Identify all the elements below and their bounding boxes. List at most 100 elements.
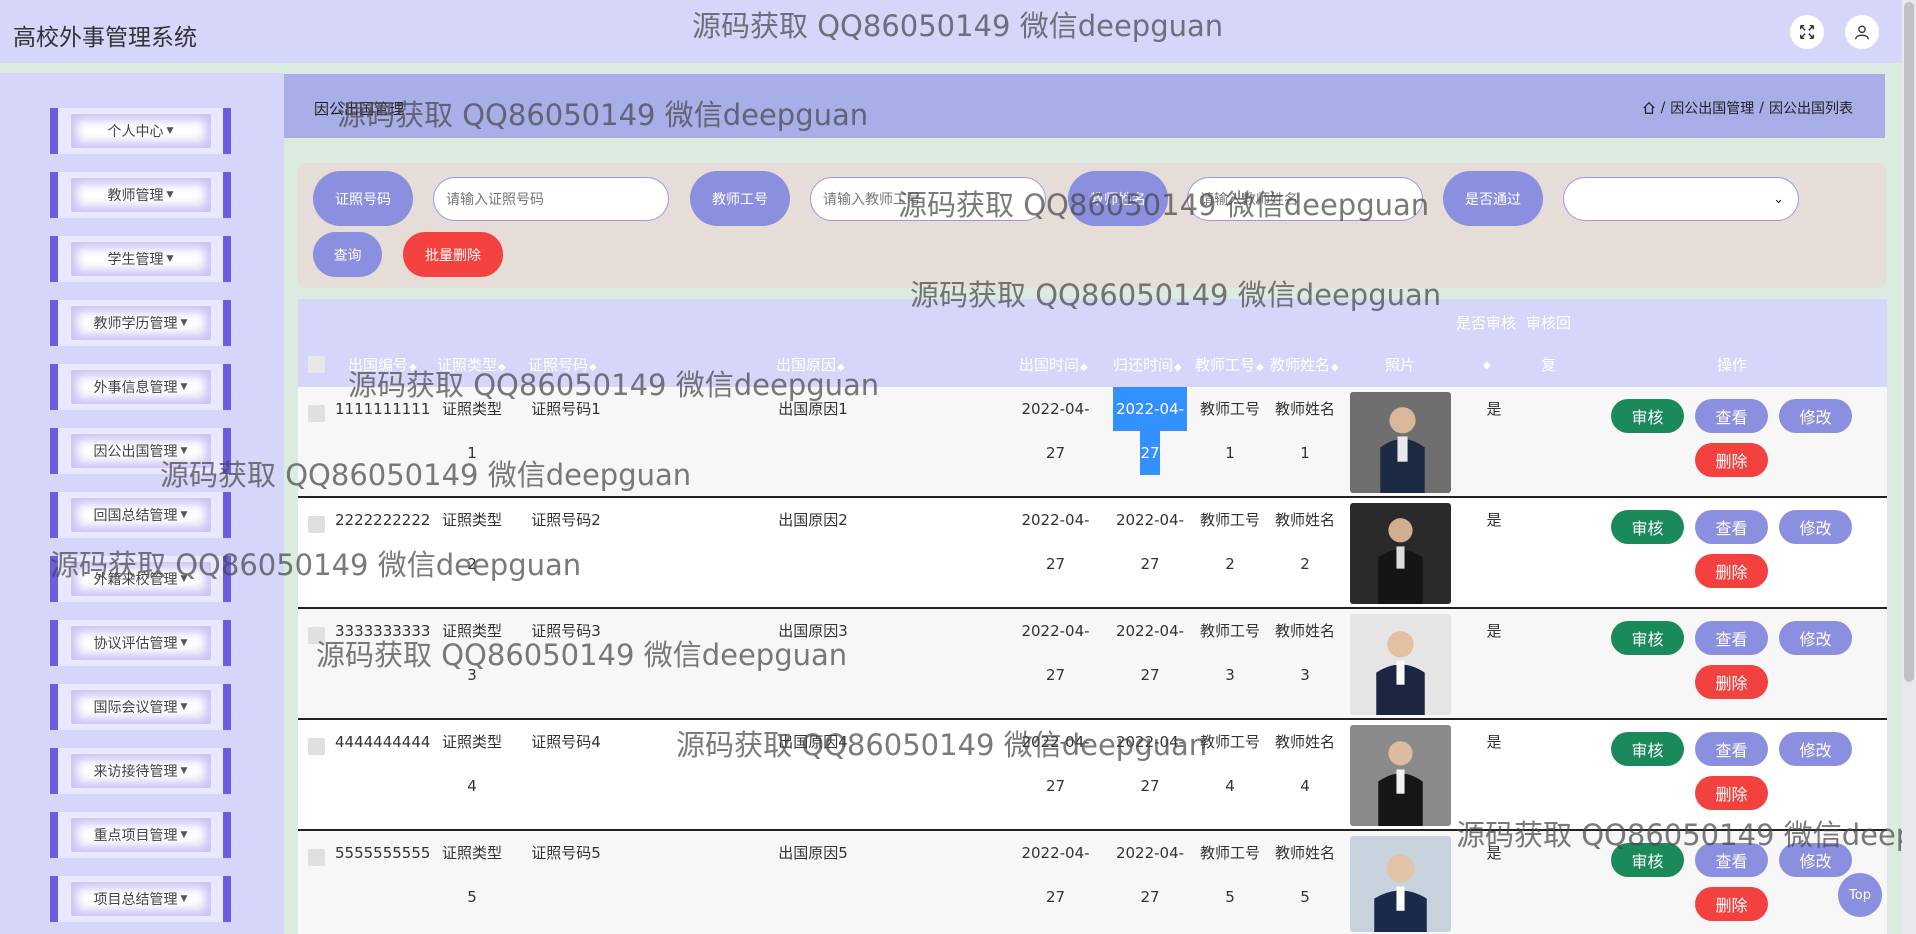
sort-icon: ◆ xyxy=(498,362,506,373)
col-audit-reply: 审核回 xyxy=(1526,314,1572,332)
edit-button[interactable]: 修改 xyxy=(1779,843,1852,877)
col-photo: 照片 xyxy=(1385,356,1416,374)
sidebar-item-label: 教师学历管理 xyxy=(93,316,178,332)
sidebar-item-label: 重点项目管理 xyxy=(93,828,178,844)
teacher-name-label: 教师姓名 xyxy=(1068,171,1168,226)
edit-button[interactable]: 修改 xyxy=(1779,399,1852,433)
view-button[interactable]: 查看 xyxy=(1695,732,1768,766)
query-button[interactable]: 查询 xyxy=(313,232,382,277)
page-scrollbar[interactable] xyxy=(1902,0,1916,934)
cell-audit: 是 xyxy=(1486,733,1502,751)
cell-return-time: 2022-04- 27 xyxy=(1113,387,1187,475)
audit-button[interactable]: 审核 xyxy=(1611,510,1684,544)
col-out-time[interactable]: 出国时间◆ xyxy=(1019,354,1088,375)
delete-button[interactable]: 删除 xyxy=(1695,776,1768,810)
fullscreen-icon[interactable] xyxy=(1790,15,1824,49)
col-cert-type[interactable]: 证照类型◆ xyxy=(437,354,506,375)
row-checkbox[interactable] xyxy=(308,849,325,866)
cert-no-input[interactable]: 请输入证照号码 xyxy=(433,177,669,221)
sidebar-item-project-summary[interactable]: 项目总结管理 ▼ xyxy=(50,876,231,922)
cell-cert-type: 证照类型 3 xyxy=(441,622,502,684)
sidebar-item-foreign-visitors[interactable]: 外籍来校管理 ▼ xyxy=(50,556,231,602)
sidebar-item-foreign-affairs[interactable]: 外事信息管理 ▼ xyxy=(50,364,231,410)
cell-out-time: 2022-04- 27 xyxy=(1021,400,1090,462)
sidebar-item-official-abroad[interactable]: 因公出国管理 ▼ xyxy=(50,428,231,474)
col-reason[interactable]: 出国原因◆ xyxy=(776,354,845,375)
caret-down-icon: ▼ xyxy=(180,830,188,840)
passed-label: 是否通过 xyxy=(1443,171,1543,226)
passed-select[interactable]: ⌄ xyxy=(1563,177,1799,221)
sidebar-item-teacher[interactable]: 教师管理 ▼ xyxy=(50,172,231,218)
delete-button[interactable]: 删除 xyxy=(1695,443,1768,477)
delete-button[interactable]: 删除 xyxy=(1695,554,1768,588)
cell-out-time: 2022-04- 27 xyxy=(1021,511,1090,573)
col-outbound-no[interactable]: 出国编号◆ xyxy=(348,354,417,375)
sidebar-item-teacher-education[interactable]: 教师学历管理 ▼ xyxy=(50,300,231,346)
sidebar-item-agreement[interactable]: 协议评估管理 ▼ xyxy=(50,620,231,666)
audit-button[interactable]: 审核 xyxy=(1611,732,1684,766)
col-cert-no[interactable]: 证照号码◆ xyxy=(528,354,597,375)
cell-audit: 是 xyxy=(1486,511,1502,529)
breadcrumb-separator: / xyxy=(1660,100,1666,116)
cell-return-time: 2022-04- 27 xyxy=(1115,511,1185,573)
cell-teacher-no: 教师工号 5 xyxy=(1199,844,1260,906)
back-to-top-button[interactable]: Top xyxy=(1838,873,1882,917)
row-checkbox[interactable] xyxy=(308,516,325,533)
caret-down-icon: ▼ xyxy=(180,318,188,328)
audit-button[interactable]: 审核 xyxy=(1611,843,1684,877)
cert-no-label: 证照号码 xyxy=(313,171,413,226)
cell-reason: 出国原因5 xyxy=(778,844,848,862)
sidebar-item-conference[interactable]: 国际会议管理 ▼ xyxy=(50,684,231,730)
col-audit: 是否审核 xyxy=(1456,314,1517,332)
sort-icon: ◆ xyxy=(409,362,417,373)
delete-button[interactable]: 删除 xyxy=(1695,887,1768,921)
table-row: 4444444444 证照类型 4 证照号码4 出国原因4 2022-04- 27 … xyxy=(298,720,1887,831)
cell-reason: 出国原因4 xyxy=(778,733,848,751)
breadcrumb-item[interactable]: 因公出国管理 xyxy=(1670,98,1754,118)
row-checkbox[interactable] xyxy=(308,738,325,755)
breadcrumb-item: 因公出国列表 xyxy=(1769,101,1853,117)
sidebar-item-personal-center[interactable]: 个人中心 ▼ xyxy=(50,108,231,154)
edit-button[interactable]: 修改 xyxy=(1779,621,1852,655)
cell-return-time: 2022-04- 27 xyxy=(1115,844,1185,906)
cell-audit: 是 xyxy=(1486,622,1502,640)
sort-icon[interactable]: ◆ xyxy=(1482,354,1491,372)
teacher-no-input[interactable]: 请输入教师工号 xyxy=(810,177,1046,221)
audit-button[interactable]: 审核 xyxy=(1611,621,1684,655)
row-checkbox[interactable] xyxy=(308,405,325,422)
sidebar: 个人中心 ▼ 教师管理 ▼ 学生管理 ▼ 教师学历管理 ▼ 外事信息管理 ▼ 因公出国管理… xyxy=(0,73,284,934)
select-all-checkbox[interactable] xyxy=(308,356,325,373)
teacher-name-input[interactable]: 请输入教师姓名 xyxy=(1187,177,1423,221)
sidebar-item-student[interactable]: 学生管理 ▼ xyxy=(50,236,231,282)
view-button[interactable]: 查看 xyxy=(1695,399,1768,433)
home-icon[interactable] xyxy=(1642,101,1656,115)
table-row: 1111111111 证照类型 1 证照号码1 出国原因1 2022-04- 27 … xyxy=(298,387,1887,498)
breadcrumb: / 因公出国管理 / 因公出国列表 xyxy=(1642,98,1853,118)
caret-down-icon: ▼ xyxy=(180,766,188,776)
view-button[interactable]: 查看 xyxy=(1695,843,1768,877)
col-actions: 操作 xyxy=(1717,356,1748,374)
view-button[interactable]: 查看 xyxy=(1695,510,1768,544)
batch-delete-button[interactable]: 批量删除 xyxy=(403,232,503,277)
sidebar-item-label: 项目总结管理 xyxy=(93,892,178,908)
col-teacher-name[interactable]: 教师姓名◆ xyxy=(1270,354,1339,375)
user-icon[interactable] xyxy=(1845,15,1879,49)
view-button[interactable]: 查看 xyxy=(1695,621,1768,655)
audit-button[interactable]: 审核 xyxy=(1611,399,1684,433)
col-return-time[interactable]: 归还时间◆ xyxy=(1113,354,1182,375)
sidebar-item-reception[interactable]: 来访接待管理 ▼ xyxy=(50,748,231,794)
cell-cert-no: 证照号码2 xyxy=(531,511,601,529)
cell-teacher-no: 教师工号 4 xyxy=(1199,733,1260,795)
cell-outbound-no: 2222222222 xyxy=(335,511,431,529)
edit-button[interactable]: 修改 xyxy=(1779,510,1852,544)
delete-button[interactable]: 删除 xyxy=(1695,665,1768,699)
col-teacher-no[interactable]: 教师工号◆ xyxy=(1195,354,1264,375)
row-checkbox[interactable] xyxy=(308,627,325,644)
sidebar-item-key-project[interactable]: 重点项目管理 ▼ xyxy=(50,812,231,858)
scrollbar-thumb[interactable] xyxy=(1904,2,1914,682)
cell-teacher-no: 教师工号 1 xyxy=(1199,400,1260,462)
app-title: 高校外事管理系统 xyxy=(13,25,197,51)
caret-down-icon: ▼ xyxy=(180,638,188,648)
edit-button[interactable]: 修改 xyxy=(1779,732,1852,766)
sidebar-item-return-summary[interactable]: 回国总结管理 ▼ xyxy=(50,492,231,538)
